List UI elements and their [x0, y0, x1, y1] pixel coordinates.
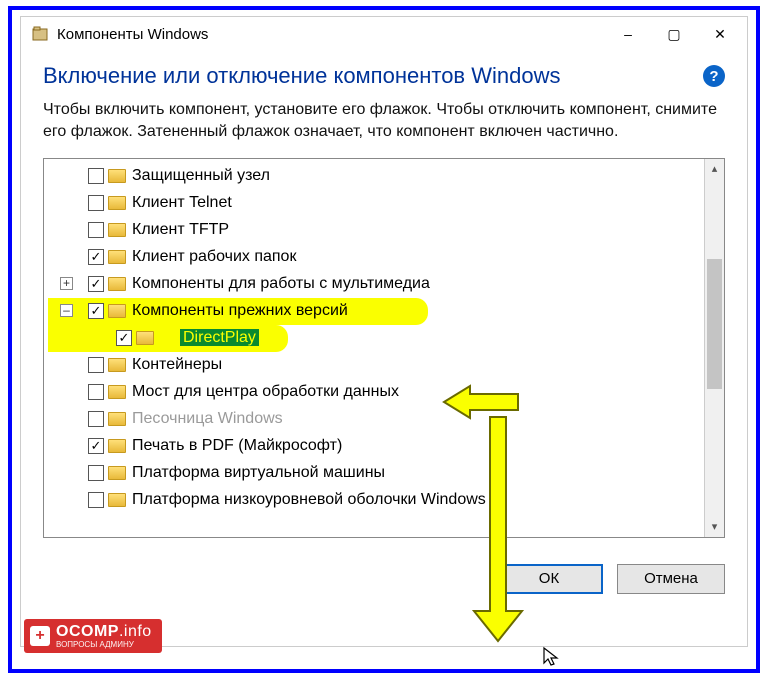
folder-icon	[108, 169, 126, 183]
app-icon	[31, 25, 49, 43]
tree-expander[interactable]: –	[60, 304, 73, 317]
tree-item-label: Мост для центра обработки данных	[132, 383, 399, 401]
tree-expander[interactable]: +	[60, 277, 73, 290]
tree-checkbox[interactable]: ✓	[88, 249, 104, 265]
help-icon[interactable]: ?	[703, 65, 725, 87]
tree-item-label: Печать в PDF (Майкрософт)	[132, 437, 342, 455]
ok-button[interactable]: ОК	[495, 564, 603, 594]
tree-item-label: DirectPlay	[180, 329, 259, 347]
folder-icon	[108, 304, 126, 318]
watermark-suffix: .info	[119, 623, 152, 640]
tree-item[interactable]: Платформа низкоуровневой оболочки Window…	[48, 487, 702, 514]
tree-item[interactable]: + ✓ Компоненты для работы с мультимедиа	[48, 271, 702, 298]
dialog-content: Включение или отключение компонентов Win…	[21, 51, 747, 550]
tree-item-label: Платформа виртуальной машины	[132, 464, 385, 482]
tree-checkbox[interactable]	[88, 384, 104, 400]
tree-item-label: Компоненты для работы с мультимедиа	[132, 275, 430, 293]
folder-icon	[108, 196, 126, 210]
annotation-border: Компоненты Windows – ▢ ✕ Включение или о…	[8, 6, 760, 673]
watermark-text: OCOMP	[56, 623, 119, 640]
tree-item-label: Компоненты прежних версий	[132, 302, 348, 320]
features-tree: Защищенный узел Клиент Telnet Клиент TFTP ✓…	[43, 158, 725, 538]
tree-item[interactable]: Песочница Windows	[48, 406, 702, 433]
scroll-thumb[interactable]	[707, 259, 722, 389]
tree-item-label: Платформа низкоуровневой оболочки Window…	[132, 491, 486, 509]
folder-icon	[108, 277, 126, 291]
tree-item[interactable]: ✓ DirectPlay	[48, 325, 288, 352]
tree-item[interactable]: Защищенный узел	[48, 163, 702, 190]
page-title: Включение или отключение компонентов Win…	[43, 63, 560, 89]
close-button[interactable]: ✕	[697, 19, 743, 49]
scroll-down-button[interactable]: ▾	[705, 517, 724, 537]
tree-item[interactable]: Клиент Telnet	[48, 190, 702, 217]
scroll-up-button[interactable]: ▴	[705, 159, 724, 179]
windows-features-dialog: Компоненты Windows – ▢ ✕ Включение или о…	[20, 16, 748, 647]
tree-checkbox[interactable]: ✓	[88, 303, 104, 319]
dialog-buttons: ОК Отмена	[21, 550, 747, 604]
mouse-cursor-icon	[542, 646, 564, 674]
tree-item[interactable]: – ✓ Компоненты прежних версий	[48, 298, 428, 325]
tree-item-label: Клиент Telnet	[132, 194, 232, 212]
maximize-button[interactable]: ▢	[651, 19, 697, 49]
tree-checkbox[interactable]: ✓	[88, 276, 104, 292]
tree-item[interactable]: ✓ Печать в PDF (Майкрософт)	[48, 433, 702, 460]
folder-icon	[108, 358, 126, 372]
folder-icon	[108, 439, 126, 453]
window-title: Компоненты Windows	[57, 26, 208, 43]
tree-checkbox[interactable]	[88, 168, 104, 184]
tree-checkbox[interactable]	[88, 357, 104, 373]
folder-icon	[108, 223, 126, 237]
folder-icon	[136, 331, 154, 345]
cancel-button[interactable]: Отмена	[617, 564, 725, 594]
tree-item[interactable]: Контейнеры	[48, 352, 702, 379]
tree-checkbox[interactable]	[88, 465, 104, 481]
tree-checkbox[interactable]	[88, 492, 104, 508]
vertical-scrollbar[interactable]: ▴ ▾	[704, 159, 724, 537]
tree-item[interactable]: ✓ Клиент рабочих папок	[48, 244, 702, 271]
folder-icon	[108, 412, 126, 426]
watermark-badge: + OCOMP.info ВОПРОСЫ АДМИНУ	[24, 619, 162, 653]
tree-item[interactable]: Мост для центра обработки данных	[48, 379, 702, 406]
tree-checkbox[interactable]	[88, 411, 104, 427]
tree-checkbox[interactable]	[88, 222, 104, 238]
folder-icon	[108, 385, 126, 399]
tree-item[interactable]: Клиент TFTP	[48, 217, 702, 244]
tree-item-label: Клиент рабочих папок	[132, 248, 296, 266]
folder-icon	[108, 466, 126, 480]
tree-checkbox[interactable]	[88, 195, 104, 211]
tree-checkbox[interactable]: ✓	[88, 438, 104, 454]
tree-item-label: Контейнеры	[132, 356, 222, 374]
tree-item-label: Защищенный узел	[132, 167, 270, 185]
minimize-button[interactable]: –	[605, 19, 651, 49]
titlebar[interactable]: Компоненты Windows – ▢ ✕	[21, 17, 747, 51]
folder-icon	[108, 250, 126, 264]
tree-item-label: Клиент TFTP	[132, 221, 229, 239]
tree-item[interactable]: Платформа виртуальной машины	[48, 460, 702, 487]
tree-checkbox[interactable]: ✓	[116, 330, 132, 346]
watermark-sub: ВОПРОСЫ АДМИНУ	[56, 641, 152, 649]
tree-item-label: Песочница Windows	[132, 410, 283, 428]
description-text: Чтобы включить компонент, установите его…	[43, 99, 725, 144]
folder-icon	[108, 493, 126, 507]
watermark-plus-icon: +	[30, 626, 50, 646]
tree-viewport[interactable]: Защищенный узел Клиент Telnet Клиент TFTP ✓…	[44, 159, 704, 537]
